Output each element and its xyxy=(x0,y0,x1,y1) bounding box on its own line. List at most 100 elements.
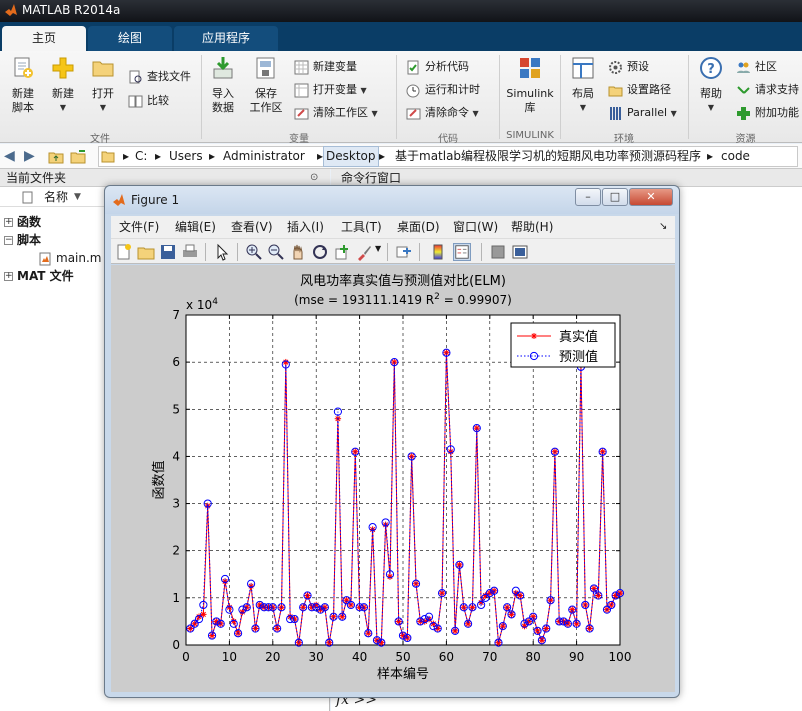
breadcrumb-item[interactable]: Desktop xyxy=(323,146,379,167)
x-tick-label: 80 xyxy=(526,650,541,664)
new-script-button[interactable]: 新建 脚本 xyxy=(6,55,40,115)
parallel-icon xyxy=(610,106,621,120)
layout-dropdown-icon: ▼ xyxy=(579,103,587,112)
app-title: MATLAB R2014a xyxy=(22,3,121,17)
pointer-icon[interactable] xyxy=(213,243,231,261)
open-variable-button[interactable]: 打开变量 ▼ xyxy=(294,80,367,100)
tab-apps[interactable]: 应用程序 xyxy=(174,26,278,51)
save-workspace-icon xyxy=(256,57,275,79)
simulink-group-label: SIMULINK xyxy=(506,130,554,141)
tab-home[interactable]: 主页 xyxy=(2,26,86,51)
breadcrumb-item[interactable]: code xyxy=(721,147,750,166)
addons-button[interactable]: 附加功能 xyxy=(736,103,799,123)
line-chart[interactable]: 0 10 20 30 40 50 60 70 80 90 100 0 1 2 3 4 5 6 7 x 104 风电功率真… xyxy=(111,265,675,692)
new-variable-button[interactable]: 新建变量 xyxy=(294,57,357,77)
minimize-button[interactable]: – xyxy=(575,188,601,206)
tree-file-main[interactable]: main.m xyxy=(38,249,102,267)
y-tick-label: 7 xyxy=(172,308,180,322)
brush-dropdown-icon[interactable]: ▼ xyxy=(375,244,381,253)
open-button[interactable]: 打开 ▼ xyxy=(86,55,120,115)
tree-group-scripts[interactable]: − 脚本 xyxy=(4,231,41,249)
print-icon[interactable] xyxy=(181,243,199,261)
save-workspace-button[interactable]: 保存 工作区 xyxy=(246,55,286,115)
figure-toolbar: ▼ xyxy=(111,238,675,264)
x-tick-label: 50 xyxy=(395,650,410,664)
legend-icon[interactable] xyxy=(453,243,471,261)
menu-view[interactable]: 查看(V) xyxy=(231,216,273,238)
variable-group-label: 变量 xyxy=(289,134,309,145)
simulink-label-2: 库 xyxy=(524,101,536,114)
menu-insert[interactable]: 插入(I) xyxy=(287,216,324,238)
path-breadcrumb[interactable]: ▸ C: ▸ Users ▸ Administrator ▸ Desktop ▸… xyxy=(98,146,798,167)
svg-text:?: ? xyxy=(707,62,715,77)
link-plot-icon[interactable] xyxy=(395,243,413,261)
community-button[interactable]: 社区 xyxy=(736,57,777,77)
ribbon-tab-bar: 主页 绘图 应用程序 xyxy=(0,22,802,51)
new-plus-icon xyxy=(52,57,74,79)
tree-group-functions[interactable]: + 函数 xyxy=(4,213,41,231)
layout-button[interactable]: 布局 ▼ xyxy=(566,55,600,115)
maximize-button[interactable]: □ xyxy=(602,188,628,206)
parallel-button[interactable]: Parallel ▼ xyxy=(608,103,677,123)
open-file-icon[interactable] xyxy=(137,243,155,261)
tab-plots[interactable]: 绘图 xyxy=(88,26,172,51)
simulink-library-button[interactable]: Simulink 库 xyxy=(504,55,556,115)
rotate-3d-icon[interactable] xyxy=(311,243,329,261)
pan-hand-icon[interactable] xyxy=(289,243,307,261)
y-axis-label: 函数值 xyxy=(151,460,167,499)
close-button[interactable]: ✕ xyxy=(629,188,673,206)
menu-desktop[interactable]: 桌面(D) xyxy=(397,216,440,238)
collapse-icon[interactable]: − xyxy=(4,236,13,245)
show-plot-tools-icon[interactable] xyxy=(511,243,529,261)
tree-group-mat-files[interactable]: + MAT 文件 xyxy=(4,267,74,285)
ribbon: 新建 脚本 新建 ▼ 打开 ▼ 查找文件 比较 文件 导入 数据 保存 工作区 … xyxy=(0,51,802,145)
import-data-icon xyxy=(213,57,233,79)
ribbon-separator xyxy=(688,55,689,139)
browse-folder-icon[interactable] xyxy=(70,149,88,164)
menu-window[interactable]: 窗口(W) xyxy=(453,216,498,238)
new-button[interactable]: 新建 ▼ xyxy=(46,55,80,115)
zoom-in-icon[interactable] xyxy=(245,243,263,261)
file-group-label: 文件 xyxy=(90,134,110,145)
compare-button[interactable]: 比较 xyxy=(128,91,169,111)
menu-help[interactable]: 帮助(H) xyxy=(511,216,553,238)
breadcrumb-item[interactable]: Administrator xyxy=(223,147,305,166)
breadcrumb-item[interactable]: 基于matlab编程极限学习机的短期风电功率预测源码程序 xyxy=(395,147,701,166)
chart-title: 风电功率真实值与预测值对比(ELM) xyxy=(300,273,506,289)
breadcrumb-item[interactable]: C: xyxy=(135,147,147,166)
import-data-button[interactable]: 导入 数据 xyxy=(206,55,240,115)
figure-title-bar[interactable]: Figure 1 – □ ✕ xyxy=(105,186,679,214)
file-label: main.m xyxy=(56,251,102,265)
save-figure-icon[interactable] xyxy=(159,243,177,261)
breadcrumb-separator: ▸ xyxy=(209,149,216,163)
resources-group-label: 资源 xyxy=(735,134,756,145)
x-tick-label: 90 xyxy=(569,650,584,664)
colorbar-icon[interactable] xyxy=(429,243,447,261)
new-figure-icon[interactable] xyxy=(115,243,133,261)
menu-edit[interactable]: 编辑(E) xyxy=(175,216,216,238)
find-files-button[interactable]: 查找文件 xyxy=(128,67,191,87)
up-folder-icon[interactable] xyxy=(48,149,64,164)
brush-icon[interactable] xyxy=(355,243,373,261)
clear-workspace-button[interactable]: 清除工作区 ▼ xyxy=(294,103,378,123)
expand-icon[interactable]: + xyxy=(4,272,13,281)
zoom-out-icon[interactable] xyxy=(267,243,285,261)
data-cursor-icon[interactable] xyxy=(333,243,351,261)
request-support-button[interactable]: 请求支持 xyxy=(736,80,799,100)
help-button[interactable]: ? 帮助 ▼ xyxy=(694,55,728,115)
breadcrumb-item[interactable]: Users xyxy=(169,147,203,166)
expand-icon[interactable]: + xyxy=(4,218,13,227)
clear-commands-button[interactable]: 清除命令 ▼ xyxy=(406,103,479,123)
hide-plot-tools-icon[interactable] xyxy=(489,243,507,261)
menu-overflow-icon[interactable]: ↘ xyxy=(659,216,667,238)
menu-file[interactable]: 文件(F) xyxy=(119,216,159,238)
menu-tools[interactable]: 工具(T) xyxy=(341,216,382,238)
set-path-icon xyxy=(608,86,623,96)
analyze-code-button[interactable]: 分析代码 xyxy=(406,57,469,77)
preferences-button[interactable]: 预设 xyxy=(608,57,649,77)
back-arrow-icon[interactable]: ◀ xyxy=(4,148,15,164)
set-path-button[interactable]: 设置路径 xyxy=(608,80,671,100)
x-tick-label: 0 xyxy=(182,650,190,664)
run-and-time-button[interactable]: 运行和计时 xyxy=(406,80,480,100)
forward-arrow-icon[interactable]: ▶ xyxy=(24,148,35,164)
